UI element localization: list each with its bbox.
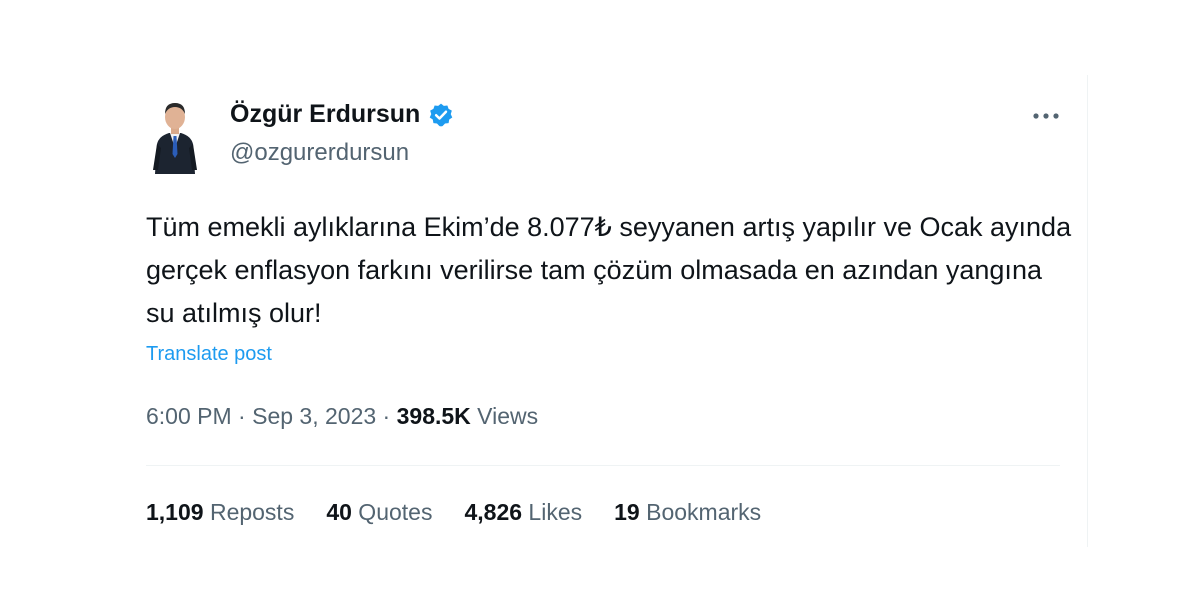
tweet-time[interactable]: 6:00 PM [146,403,232,429]
tweet-date[interactable]: Sep 3, 2023 [252,403,376,429]
quotes-stat[interactable]: 40 Quotes [326,499,432,526]
reposts-label: Reposts [203,499,295,525]
tweet-card: Özgür Erdursun @ozgurerdursun Tüm emekli… [0,0,1200,600]
translate-post-link[interactable]: Translate post [146,343,272,366]
bookmarks-count: 19 [614,499,640,525]
quotes-count: 40 [326,499,352,525]
views-label: Views [470,403,539,429]
author-name-row[interactable]: Özgür Erdursun [230,100,454,129]
engagement-stats: 1,109 Reposts 40 Quotes 4,826 Likes 19 B… [146,499,793,526]
avatar[interactable] [141,92,209,174]
likes-stat[interactable]: 4,826 Likes [464,499,582,526]
bookmarks-label: Bookmarks [639,499,762,525]
reposts-stat[interactable]: 1,109 Reposts [146,499,294,526]
likes-label: Likes [522,499,583,525]
tweet-meta: 6:00 PM · Sep 3, 2023 · 398.5K Views [146,403,538,430]
bookmarks-stat[interactable]: 19 Bookmarks [614,499,761,526]
card-border [1087,75,1088,547]
reposts-count: 1,109 [146,499,204,525]
tweet-text: Tüm emekli aylıklarına Ekim’de 8.077₺ se… [146,212,1072,328]
verified-badge-icon[interactable] [428,102,454,128]
quotes-label: Quotes [351,499,433,525]
author-name[interactable]: Özgür Erdursun [230,100,420,129]
meta-separator: · [231,403,253,429]
views-count: 398.5K [396,403,471,429]
more-options-icon[interactable] [1030,102,1062,130]
author-handle[interactable]: @ozgurerdursun [230,139,409,167]
divider [146,465,1060,466]
likes-count: 4,826 [464,499,523,525]
meta-separator: · [376,403,397,429]
